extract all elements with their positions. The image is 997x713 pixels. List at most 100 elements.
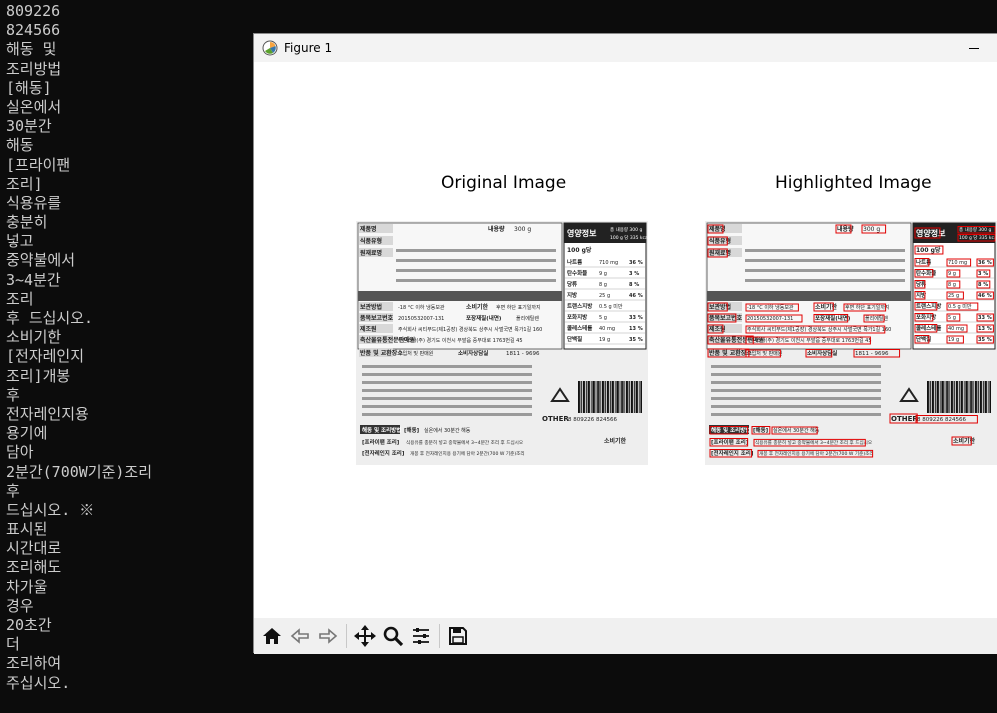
terminal-output: 809226 824566 해동 및 조리방법 [해동] 실온에서 30분간 해동 [프라이팬 조… (0, 0, 253, 713)
storage-banner (358, 291, 562, 301)
terminal-line: 20초간 (6, 616, 52, 634)
barcode-bar (587, 381, 590, 413)
zoom-icon[interactable] (379, 622, 407, 650)
terminal-line: 824566 (6, 21, 61, 40)
nutrient-pct: 35 % (978, 337, 992, 343)
consult-value: 1811 - 9696 (506, 351, 540, 357)
nutrition-per: 100 g 당 335 kcal (959, 234, 997, 241)
nutrition-serving: 100 g당 (567, 246, 592, 254)
nutrient-amount: 25 g (948, 293, 959, 299)
nutrient-name: 나트륨 (567, 258, 582, 266)
content-label: 내용량 (837, 225, 854, 233)
fine-print (711, 405, 881, 408)
fine-print (711, 397, 881, 400)
nutrient-amount: 40 mg (948, 326, 964, 332)
minimize-icon (969, 47, 979, 49)
terminal-line: 주십시오. (6, 673, 71, 692)
pan-text: 식용유를 충분히 넣고 중약불에서 3~4분간 조리 후 드십시오 (755, 439, 872, 446)
home-icon[interactable] (258, 622, 286, 650)
barcode-bar (619, 381, 621, 413)
barcode-bar (976, 381, 978, 413)
barcode-bar (622, 381, 624, 413)
figure-canvas[interactable]: Original Image Highlighted Image 제품명 식품유형… (254, 62, 997, 618)
content-label: 내용량 (488, 225, 505, 233)
fine-print (362, 405, 532, 408)
barcode-bar (954, 381, 955, 413)
minimize-button[interactable] (951, 34, 997, 62)
barcode-bar (960, 381, 963, 413)
storage-value: -18 °C 이하 냉동보관 (747, 304, 794, 311)
fine-print (396, 279, 556, 282)
nutrition-serving: 100 g당 (916, 246, 941, 254)
barcode-bar (595, 381, 597, 413)
nutrient-amount: 25 g (599, 293, 610, 299)
maker-value: 주식회사 씨티푸드(제1공장) 경상북도 상주시 사벌국면 목가1길 160 (398, 326, 542, 333)
barcode-bar (951, 381, 953, 413)
title-bar[interactable]: Figure 1 (254, 34, 997, 62)
terminal-line: 차가울 (6, 577, 48, 596)
return-value: 구입처 및 판매원 (398, 350, 434, 357)
pan-icon[interactable] (351, 622, 379, 650)
nutrient-amount: 19 g (948, 337, 959, 343)
label-row-title: 품목보고번호 (709, 314, 743, 322)
nutrient-name: 콜레스테롤 (567, 324, 592, 332)
fine-print (745, 249, 905, 252)
nutrient-name: 트랜스지방 (567, 302, 592, 310)
highlighted-image: 제품명 식품유형 원재료명 보관방법 품목보고번호 제조원 축산물유통전문판매원 반품 및 교… (705, 221, 997, 465)
terminal-line: 2분간(700W기준)조리 (6, 462, 153, 481)
fine-print (711, 373, 881, 376)
back-icon[interactable] (286, 622, 314, 650)
fine-print (745, 279, 905, 282)
barcode-bar (635, 381, 638, 413)
terminal-line: [프라이팬 (6, 155, 71, 174)
terminal-line: 809226 (6, 2, 61, 20)
barcode-bar (608, 381, 610, 413)
terminal-line: 후 (6, 481, 20, 500)
barcode-bar (584, 381, 586, 413)
barcode-bar (987, 381, 989, 413)
barcode-bar (927, 381, 929, 413)
fine-print (396, 269, 556, 272)
fine-print (362, 381, 532, 384)
nutrient-name: 콜레스테롤 (916, 324, 941, 332)
nutrient-amount: 8 g (599, 282, 607, 288)
barcode-bar (930, 381, 931, 413)
barcode-bar (621, 381, 623, 413)
right-subplot-title: Highlighted Image (775, 173, 932, 193)
thaw-label: 해동 및 조리방법 (711, 426, 750, 434)
terminal-line: 소비기한 (6, 328, 62, 347)
nutrient-pct: 46 % (978, 293, 992, 299)
terminal-line: 조리] (6, 174, 43, 193)
barcode-bar (581, 381, 582, 413)
nutrient-name: 단백질 (567, 335, 582, 343)
configure-icon[interactable] (407, 622, 435, 650)
window-title: Figure 1 (284, 41, 333, 55)
fine-print (362, 397, 532, 400)
barcode-bar (594, 381, 595, 413)
barcode-bar (957, 381, 959, 413)
terminal-line: 충분히 (6, 213, 48, 232)
fine-print (711, 389, 881, 392)
barcode-bar (973, 381, 975, 413)
barcode-bar (638, 381, 640, 413)
maker-value: 주식회사 씨티푸드(제1공장) 경상북도 상주시 사벌국면 목가1길 160 (747, 326, 891, 333)
barcode-number: 8 809226 824566 (917, 417, 966, 423)
barcode-bar (984, 381, 987, 413)
nutrient-pct: 33 % (978, 315, 992, 321)
forward-icon[interactable] (314, 622, 342, 650)
label-row-title: 식품유형 (360, 237, 382, 245)
barcode-bar (975, 381, 977, 413)
save-icon[interactable] (444, 622, 472, 650)
nutrient-amount: 9 g (599, 271, 607, 277)
barcode-bar (947, 381, 949, 413)
barcode-bar (597, 381, 599, 413)
terminal-line: 조리방법 (6, 59, 62, 78)
barcode-bar (967, 381, 968, 413)
terminal-line: 담아 (6, 443, 34, 462)
barcode-bar (938, 381, 939, 413)
nutrient-pct: 36 % (629, 260, 643, 266)
barcode-bar (606, 381, 609, 413)
barcode-bar (629, 381, 630, 413)
fine-print (396, 249, 556, 252)
expiry-small: 소비기한 (953, 437, 976, 445)
